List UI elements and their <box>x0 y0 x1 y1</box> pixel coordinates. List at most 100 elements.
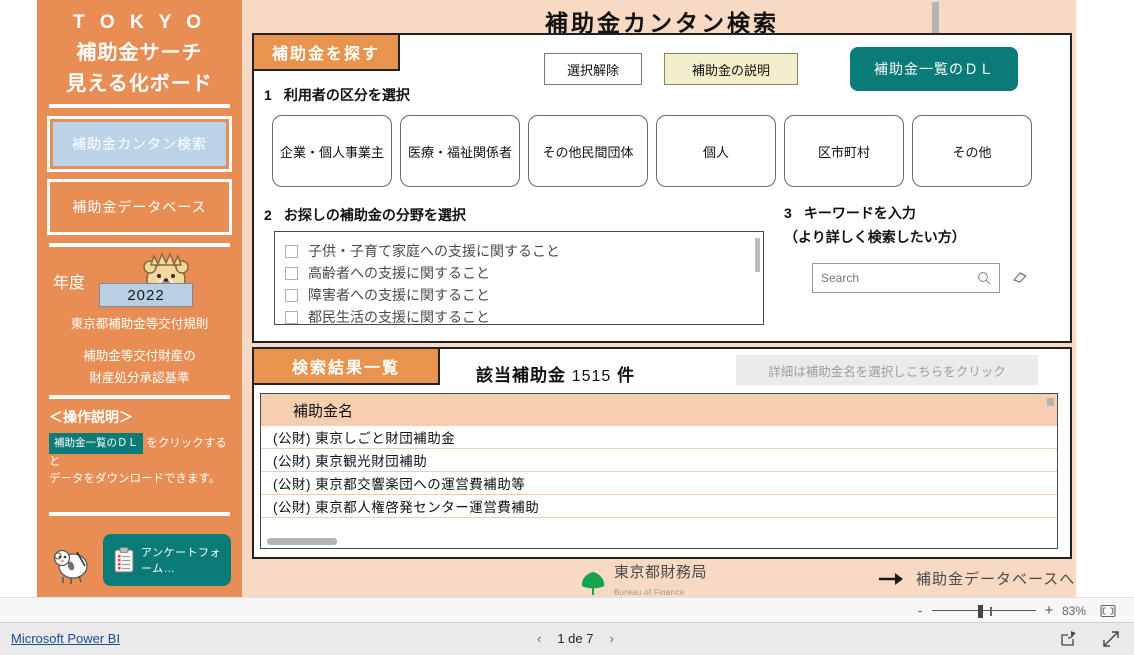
zoom-in-button[interactable]: + <box>1044 602 1054 619</box>
result-count-prefix: 該当補助金 <box>476 366 566 385</box>
ginkgo-leaf-icon <box>580 567 606 597</box>
app-root: T O K Y O 補助金サーチ 見える化ボード 補助金カンタン検索 補助金デー… <box>0 0 1134 655</box>
zoom-percent: 83% <box>1062 603 1087 618</box>
year-label: 年度 <box>53 275 86 292</box>
step-1-heading: 1 利用者の区分を選択 <box>264 85 410 105</box>
year-value-dropdown[interactable]: 2022 <box>99 283 193 307</box>
bureau-name-jp: 東京都財務局 <box>614 564 708 581</box>
search-icon[interactable] <box>977 271 991 285</box>
zoom-control: - + 83% <box>916 602 1116 619</box>
search-panel-tab: 補助金を探す <box>252 33 400 71</box>
category-label: 個人 <box>702 144 729 160</box>
dl-chip-icon: 補助金一覧のＤＬ <box>49 433 143 454</box>
bureau-logo: 東京都財務局 Bureau of Finance <box>580 564 707 600</box>
grant-explanation-button[interactable]: 補助金の説明 <box>664 53 798 85</box>
next-page-button[interactable]: › <box>610 631 614 646</box>
checkbox-icon[interactable] <box>285 288 298 302</box>
download-list-label: 補助金一覧のＤＬ <box>874 61 994 77</box>
results-table-header[interactable]: 補助金名 <box>261 394 1057 426</box>
results-table[interactable]: 補助金名 (公財) 東京しごと財団補助金 (公財) 東京観光財団補助 (公財) … <box>260 393 1058 549</box>
survey-form-button[interactable]: アンケートフォーム… <box>103 534 231 586</box>
page-navigator: ‹ 1 de 7 › <box>537 631 614 646</box>
zoom-slider[interactable] <box>932 604 1036 618</box>
list-item[interactable]: 都民生活の支援に関すること <box>285 306 753 325</box>
results-table-horizontal-scrollbar[interactable] <box>267 538 337 545</box>
database-link-label: 補助金データベースへ <box>916 571 1076 588</box>
category-button-medical[interactable]: 医療・福祉関係者 <box>400 115 520 187</box>
zoom-slider-thumb[interactable] <box>978 604 983 618</box>
category-label: 企業・個人事業主 <box>279 144 384 160</box>
category-label: 区市町村 <box>817 144 870 160</box>
list-item[interactable]: 高齢者への支援に関すること <box>285 262 753 284</box>
checkbox-icon[interactable] <box>285 244 298 258</box>
field-checkbox-list[interactable]: 子供・子育て家庭への支援に関すること 高齢者への支援に関すること 障害者への支援… <box>274 231 764 325</box>
checklist-scrollbar[interactable] <box>755 238 760 272</box>
checkbox-icon[interactable] <box>285 310 298 324</box>
search-panel-tab-label: 補助金を探す <box>271 46 380 63</box>
results-table-vertical-scrollbar[interactable] <box>1047 398 1054 406</box>
list-item[interactable]: 子供・子育て家庭への支援に関すること <box>285 240 753 262</box>
share-icon[interactable] <box>1060 630 1078 648</box>
sidebar-link-property-line2[interactable]: 財産処分承認基準 <box>47 369 232 387</box>
sidebar-item-database[interactable]: 補助金データベース <box>53 185 226 229</box>
zoom-slider-tick <box>990 606 992 616</box>
step-1-number: 1 <box>264 87 272 103</box>
zoom-bar: - + 83% <box>0 597 1134 622</box>
sidebar-divider-bottom <box>49 512 230 516</box>
step-2-number: 2 <box>264 207 272 223</box>
clear-selection-button[interactable]: 選択解除 <box>544 53 642 85</box>
grant-name: (公財) 東京都人権啓発センター運営費補助 <box>273 500 540 515</box>
list-item[interactable]: 障害者への支援に関すること <box>285 284 753 306</box>
sidebar-divider-mid <box>49 243 230 247</box>
database-link[interactable]: 補助金データベースへ <box>878 568 1075 589</box>
eraser-icon[interactable] <box>1012 270 1028 284</box>
previous-page-button[interactable]: ‹ <box>537 631 541 646</box>
table-row[interactable]: (公財) 東京都人権啓発センター運営費補助 <box>261 495 1057 518</box>
search-panel: 補助金を探す 選択解除 補助金の説明 補助金一覧のＤＬ 1 利用者の区分を選択 … <box>252 33 1072 343</box>
bureau-logo-text: 東京都財務局 Bureau of Finance <box>614 564 707 600</box>
search-input[interactable]: Search <box>812 263 1000 293</box>
table-row[interactable]: (公財) 東京しごと財団補助金 <box>261 426 1057 449</box>
column-header-name: 補助金名 <box>293 402 354 420</box>
sidebar-link-property-line1[interactable]: 補助金等交付財産の <box>47 347 232 365</box>
field-label: 障害者への支援に関すること <box>308 287 490 303</box>
step-3-heading: 3 キーワードを入力 <box>784 203 916 223</box>
sidebar-item-database-box: 補助金データベース <box>47 179 232 235</box>
results-panel: 検索結果一覧 該当補助金 1515 件 詳細は補助金名を選択しこちらをクリック … <box>252 347 1072 559</box>
category-button-other-private[interactable]: その他民間団体 <box>528 115 648 187</box>
category-button-other[interactable]: その他 <box>912 115 1032 187</box>
category-label: その他 <box>952 144 992 160</box>
category-button-municipality[interactable]: 区市町村 <box>784 115 904 187</box>
checkbox-icon[interactable] <box>285 266 298 280</box>
category-button-company[interactable]: 企業・個人事業主 <box>272 115 392 187</box>
sidebar-link-grant-rules[interactable]: 東京都補助金等交付規則 <box>47 315 232 333</box>
table-row[interactable]: (公財) 東京都交響楽団への運営費補助等 <box>261 472 1057 495</box>
survey-form-label: アンケートフォーム… <box>141 547 222 575</box>
powerbi-brand-link[interactable]: Microsoft Power BI <box>11 631 120 646</box>
download-list-button[interactable]: 補助金一覧のＤＬ <box>850 47 1018 91</box>
canvas-vertical-scrollbar[interactable] <box>932 2 939 34</box>
clipboard-icon <box>113 547 135 573</box>
brand-tokyo: T O K Y O <box>73 12 206 33</box>
grant-name: (公財) 東京都交響楽団への運営費補助等 <box>273 477 526 492</box>
detail-hint-button[interactable]: 詳細は補助金名を選択しこちらをクリック <box>736 355 1038 385</box>
category-button-individual[interactable]: 個人 <box>656 115 776 187</box>
fullscreen-icon[interactable] <box>1102 630 1120 648</box>
zoom-out-button[interactable]: - <box>916 603 924 618</box>
table-row[interactable]: (公財) 東京観光財団補助 <box>261 449 1057 472</box>
fit-to-page-icon[interactable] <box>1100 604 1116 618</box>
operations-title: ＜操作説明＞ <box>49 409 133 425</box>
step-3-label: キーワードを入力 <box>803 205 916 221</box>
sidebar-item-easy-search-box: 補助金カンタン検索 <box>47 116 232 172</box>
sidebar-item-easy-search[interactable]: 補助金カンタン検索 <box>53 122 226 166</box>
sidebar-item-easy-search-label: 補助金カンタン検索 <box>72 136 207 152</box>
year-value: 2022 <box>127 286 165 304</box>
operations-text: 補助金一覧のＤＬ をクリックすると データをダウンロードできます。 <box>49 433 232 488</box>
arrow-right-icon <box>878 571 904 587</box>
grant-name: (公財) 東京しごと財団補助金 <box>273 431 456 446</box>
field-label: 都民生活の支援に関すること <box>308 309 490 325</box>
field-label: 高齢者への支援に関すること <box>308 265 490 281</box>
powerbi-actions <box>1060 630 1120 648</box>
step-3-subtitle: （より詳しく検索したい方） <box>784 229 966 245</box>
grant-name: (公財) 東京観光財団補助 <box>273 454 428 469</box>
